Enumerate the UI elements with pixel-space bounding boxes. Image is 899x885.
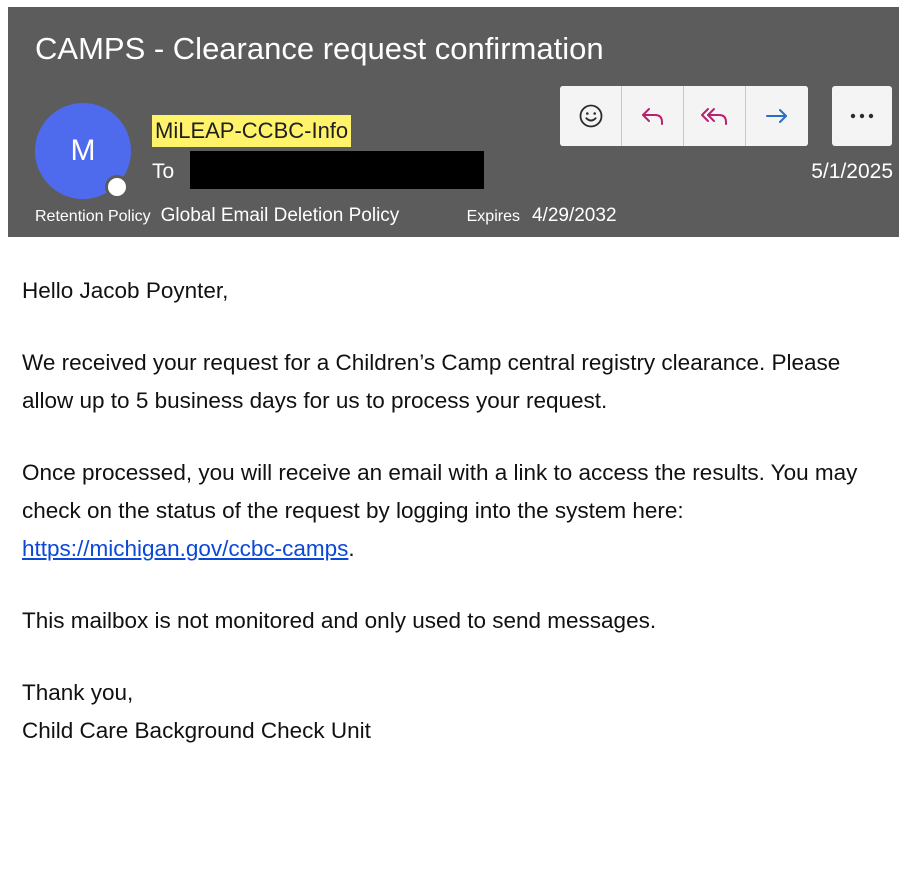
signoff: Thank you, [22,680,134,705]
avatar-initial: M [70,134,96,167]
expires-date: 4/29/2032 [531,205,617,226]
email-body: Hello Jacob Poynter, We received your re… [22,272,892,750]
redacted-recipient [190,151,484,189]
more-actions-button[interactable] [832,86,892,146]
presence-status-icon [105,175,129,199]
to-label: To [152,160,175,183]
reply-icon [641,108,663,125]
sent-date: 5/1/2025 [811,160,893,183]
retention-label: Retention Policy [35,208,151,225]
paragraph-2-end: . [348,536,355,561]
forward-icon [766,109,787,123]
more-icon [850,113,874,119]
paragraph-2-text: Once processed, you will receive an emai… [22,460,858,523]
email-header: CAMPS - Clearance request confirmation M… [8,7,899,237]
camps-portal-link[interactable]: https://michigan.gov/ccbc-camps [22,536,348,561]
forward-button[interactable] [746,86,808,146]
body-paragraph-1: We received your request for a Children’… [22,350,841,413]
sender-name[interactable]: MiLEAP-CCBC-Info [152,115,352,147]
retention-policy-bar: Retention Policy Global Email Deletion P… [35,203,617,230]
retention-policy-name[interactable]: Global Email Deletion Policy [161,203,461,229]
email-subject: CAMPS - Clearance request confirmation [35,31,604,66]
message-action-toolbar [560,86,808,146]
body-paragraph-2: Once processed, you will receive an emai… [22,454,892,568]
reply-all-icon [700,108,727,125]
body-paragraph-3: This mailbox is not monitored and only u… [22,608,657,633]
expires-label: Expires [466,208,520,225]
greeting: Hello Jacob Poynter, [22,278,229,303]
emoji-reaction-button[interactable] [560,86,622,146]
reply-button[interactable] [622,86,684,146]
signature: Child Care Background Check Unit [22,718,371,743]
emoji-icon [579,104,602,128]
reply-all-button[interactable] [684,86,746,146]
